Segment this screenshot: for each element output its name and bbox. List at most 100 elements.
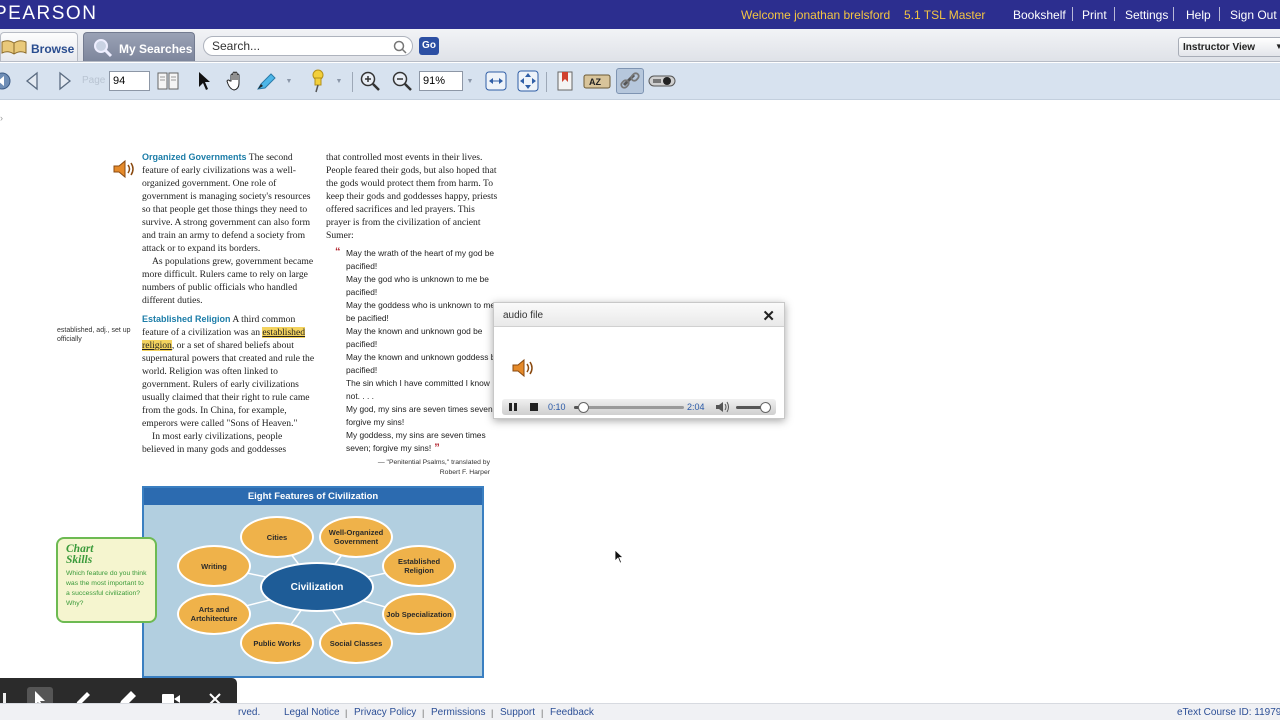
separator: | xyxy=(422,708,425,718)
quote-line: pacified! xyxy=(346,365,378,375)
footer: rved. Legal Notice | Privacy Policy | Pe… xyxy=(0,703,1280,720)
audio-player-dialog: audio file ✕ 0:10 2:04 xyxy=(493,302,785,419)
hand-pan-icon[interactable] xyxy=(224,69,248,93)
volume-icon[interactable] xyxy=(714,399,732,415)
top-bar: PEARSON Welcome jonathan brelsford 5.1 T… xyxy=(0,0,1280,29)
search-input[interactable] xyxy=(203,36,413,56)
paragraph-text: In most early civilizations, people beli… xyxy=(142,431,287,455)
first-page-icon[interactable] xyxy=(0,69,14,93)
paragraph-text: The second feature of early civilization… xyxy=(142,152,311,254)
node-arts: Arts and Artchitecture xyxy=(177,593,251,635)
quote-line: pacified! xyxy=(346,339,378,349)
quote-line: pacified! xyxy=(346,261,378,271)
heading-established-religion: Established Religion xyxy=(142,314,231,324)
book-icon xyxy=(1,39,27,60)
quote-line: May the known and unknown god be xyxy=(346,326,483,336)
zoom-dropdown-icon[interactable]: ▼ xyxy=(464,69,476,93)
audio-controls: 0:10 2:04 xyxy=(502,399,776,415)
seek-handle[interactable] xyxy=(577,402,589,413)
quote-line: seven; forgive my sins! ” xyxy=(346,442,440,454)
close-quote-mark: ” xyxy=(431,442,440,454)
fit-page-icon[interactable] xyxy=(516,69,540,93)
settings-link[interactable]: Settings xyxy=(1125,8,1168,22)
volume-handle[interactable] xyxy=(760,402,771,413)
tab-browse-label: Browse xyxy=(31,42,75,56)
media-toggle-icon[interactable] xyxy=(648,69,676,93)
link-tool-icon[interactable] xyxy=(616,68,644,94)
quote-line: pacified! xyxy=(346,287,378,297)
zoom-in-icon[interactable] xyxy=(358,69,382,93)
go-button[interactable]: Go xyxy=(419,37,439,55)
welcome-text: Welcome jonathan brelsford xyxy=(741,8,891,22)
audio-dialog-header[interactable]: audio file ✕ xyxy=(494,303,784,327)
tab-browse[interactable]: Browse xyxy=(0,32,78,61)
print-link[interactable]: Print xyxy=(1082,8,1107,22)
node-cities: Cities xyxy=(240,516,314,558)
two-page-view-icon[interactable] xyxy=(156,69,180,93)
glossary-az-icon[interactable]: AZ xyxy=(583,69,611,93)
close-icon[interactable]: ✕ xyxy=(762,307,775,325)
side-panel-toggle[interactable]: › xyxy=(0,113,3,123)
quote-line: May the god who is unknown to me be xyxy=(346,274,489,284)
speaker-icon[interactable] xyxy=(112,158,138,185)
toolbar-divider xyxy=(546,72,547,92)
bookshelf-link[interactable]: Bookshelf xyxy=(1013,8,1066,22)
seek-track[interactable] xyxy=(574,402,684,413)
node-government: Well-Organized Government xyxy=(319,516,393,558)
node-job-specialization: Job Specialization xyxy=(382,593,456,635)
speaker-icon xyxy=(511,357,539,384)
volume-track[interactable] xyxy=(736,402,771,413)
node-writing: Writing xyxy=(177,545,251,587)
course-id: eText Course ID: 11979 xyxy=(1177,707,1280,718)
chart-skills-title: Skills xyxy=(66,554,93,566)
paragraph-text: As populations grew, government became m… xyxy=(142,256,314,306)
zoom-level-input[interactable] xyxy=(419,71,463,91)
text-column-left: Organized Governments The second feature… xyxy=(142,151,317,456)
previous-page-icon[interactable] xyxy=(21,69,45,93)
view-select[interactable]: Instructor View ▼ xyxy=(1178,37,1280,57)
node-civilization: Civilization xyxy=(260,562,374,612)
pause-icon[interactable] xyxy=(505,399,521,415)
quote-line: be pacified! xyxy=(346,313,389,323)
highlighter-icon[interactable] xyxy=(255,69,279,93)
separator: | xyxy=(345,708,348,718)
search-icon[interactable] xyxy=(393,40,407,59)
tab-my-searches[interactable]: My Searches xyxy=(83,32,195,61)
help-link[interactable]: Help xyxy=(1186,8,1211,22)
mouse-cursor xyxy=(614,549,625,569)
reader-toolbar: Page ▼ ▼ ▼ AZ xyxy=(0,63,1280,100)
magnifier-icon xyxy=(93,38,113,63)
page-label: Page xyxy=(82,75,106,86)
note-dropdown-icon[interactable]: ▼ xyxy=(333,69,345,93)
attribution-line: — "Penitential Psalms," translated by xyxy=(377,459,490,466)
fit-width-icon[interactable] xyxy=(484,69,508,93)
toolbar-divider xyxy=(352,72,353,92)
stop-icon[interactable] xyxy=(526,399,542,415)
zoom-out-icon[interactable] xyxy=(390,69,414,93)
node-religion: Established Religion xyxy=(382,545,456,587)
margin-glossary-note: established, adj., set up officially xyxy=(57,327,131,343)
privacy-policy-link[interactable]: Privacy Policy xyxy=(354,707,416,718)
separator xyxy=(1114,7,1115,21)
sign-out-link[interactable]: Sign Out xyxy=(1230,8,1277,22)
chart-skills-box: Chart Skills Which feature do you think … xyxy=(56,537,157,623)
bookmark-icon[interactable] xyxy=(553,69,577,93)
select-arrow-icon[interactable] xyxy=(192,69,216,93)
feedback-link[interactable]: Feedback xyxy=(550,707,594,718)
permissions-link[interactable]: Permissions xyxy=(431,707,485,718)
quote-line: My god, my sins are seven times seven; xyxy=(346,404,495,414)
separator: | xyxy=(491,708,494,718)
legal-notice-link[interactable]: Legal Notice xyxy=(284,707,340,718)
text-column-right: that controlled most events in their liv… xyxy=(326,151,501,242)
quote-line: The sin which I have committed I know xyxy=(346,378,490,388)
page-number-input[interactable] xyxy=(109,71,150,91)
support-link[interactable]: Support xyxy=(500,707,535,718)
course-name[interactable]: 5.1 TSL Master xyxy=(904,8,985,22)
next-page-icon[interactable] xyxy=(52,69,76,93)
sticky-note-icon[interactable] xyxy=(305,69,329,93)
highlighter-dropdown-icon[interactable]: ▼ xyxy=(283,69,295,93)
node-public-works: Public Works xyxy=(240,622,314,664)
open-quote-mark: “ xyxy=(335,246,341,258)
quotation-block: May the wrath of the heart of my god be p… xyxy=(346,247,498,455)
quote-line: forgive my sins! xyxy=(346,417,405,427)
